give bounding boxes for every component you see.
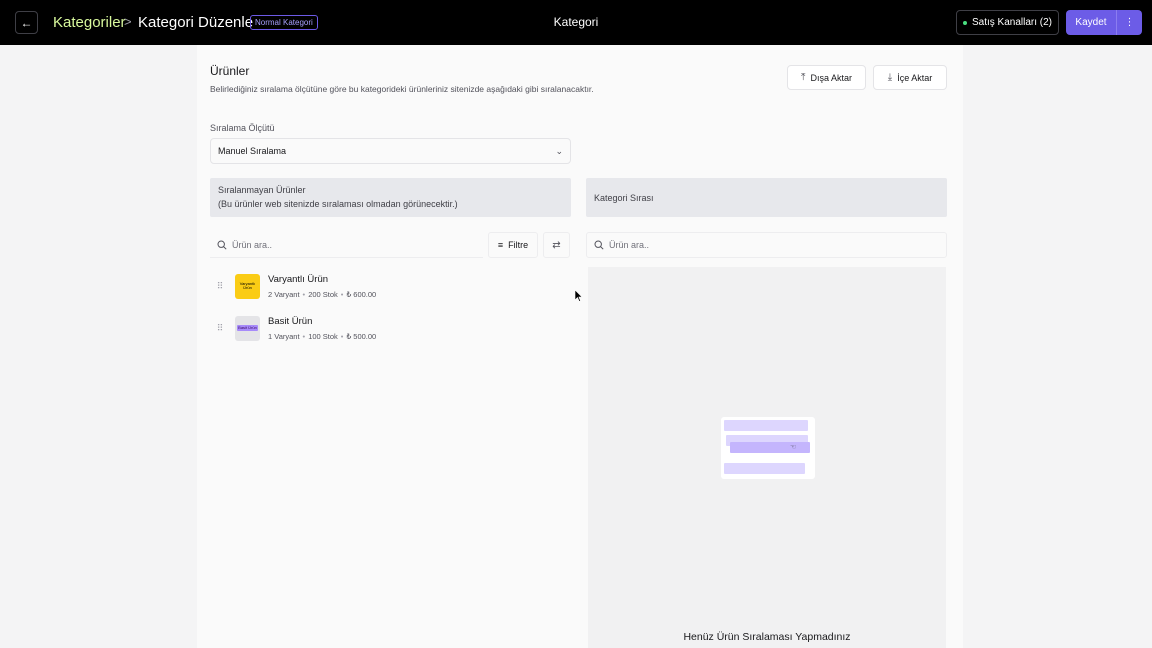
- list-item[interactable]: ⠿ Varyantlı Ürün Varyantlı Ürün 2 Varyan…: [210, 267, 571, 305]
- mouse-cursor-icon: [575, 290, 583, 302]
- sales-channels-button[interactable]: Satış Kanalları (2): [956, 10, 1059, 35]
- sort-label: Sıralama Ölçütü: [210, 123, 275, 133]
- section-description: Belirlediğiniz sıralama ölçütüne göre bu…: [210, 84, 594, 94]
- filter-label: Filtre: [508, 240, 529, 250]
- product-stock: 100 Stok: [308, 331, 338, 341]
- back-button[interactable]: ←: [15, 11, 38, 34]
- export-button[interactable]: ⤒ Dışa Aktar: [787, 65, 866, 90]
- category-search-placeholder: Ürün ara..: [609, 240, 650, 250]
- search-icon: [217, 239, 227, 250]
- category-type-badge: Normal Kategori: [250, 15, 318, 30]
- thumbnail-text: Varyantlı Ürün: [239, 281, 256, 290]
- unsorted-search-placeholder: Ürün ara..: [232, 239, 273, 250]
- unsorted-products-title: Sıralanmayan Ürünler: [218, 185, 306, 195]
- drag-handle-icon[interactable]: ⠿: [210, 281, 230, 292]
- import-label: İçe Aktar: [897, 72, 933, 83]
- illustration-bar: [730, 442, 810, 453]
- drag-handle-icon[interactable]: ⠿: [210, 323, 230, 334]
- unsorted-products-header: Sıralanmayan Ürünler (Bu ürünler web sit…: [210, 178, 571, 217]
- illustration-bar: [724, 463, 805, 474]
- download-icon: ⤓: [887, 72, 893, 83]
- sales-channels-label: Satış Kanalları (2): [971, 17, 1053, 28]
- unsorted-search-input[interactable]: Ürün ara..: [210, 232, 483, 258]
- upload-icon: ⤒: [801, 72, 806, 83]
- list-item[interactable]: ⠿ Basit Ürün Basit Ürün 1 Varyant • 100 St…: [210, 309, 571, 347]
- search-icon: [594, 240, 604, 250]
- arrow-left-icon: ←: [20, 15, 33, 30]
- sort-selected-value: Manuel Sıralama: [218, 146, 287, 156]
- category-order-drop-area[interactable]: ☜ Henüz Ürün Sıralaması Yapmadınız: [588, 267, 946, 648]
- product-name: Basit Ürün: [268, 315, 313, 327]
- breadcrumb-current: Kategori Düzenle: [138, 14, 254, 31]
- product-variants: 2 Varyant: [268, 289, 300, 299]
- thumbnail-text: Basit Ürün: [237, 325, 258, 331]
- category-order-title: Kategori Sırası: [594, 192, 654, 203]
- status-dot-icon: [962, 20, 967, 25]
- swap-icon: ⇄: [552, 239, 561, 251]
- breadcrumb-root[interactable]: Kategoriler: [53, 14, 126, 31]
- category-order-header: Kategori Sırası: [586, 178, 947, 217]
- product-thumbnail: Varyantlı Ürün: [235, 273, 260, 299]
- breadcrumb-separator: >: [124, 14, 132, 29]
- illustration-bar: [724, 420, 808, 431]
- filter-button[interactable]: ≡ Filtre: [488, 232, 538, 258]
- top-bar: ← Kategoriler > Kategori Düzenle Normal …: [0, 0, 1152, 45]
- product-meta: 2 Varyant • 200 Stok • ₺ 600.00: [268, 289, 377, 299]
- import-button[interactable]: ⤓ İçe Aktar: [873, 65, 947, 90]
- swap-button[interactable]: ⇄: [543, 232, 570, 258]
- product-thumbnail: Basit Ürün: [235, 315, 260, 341]
- chevron-down-icon: ⌄: [555, 145, 563, 156]
- empty-state-illustration: ☜: [721, 417, 815, 479]
- product-variants: 1 Varyant: [268, 331, 300, 341]
- products-panel: Ürünler Belirlediğiniz sıralama ölçütüne…: [197, 45, 963, 648]
- product-name: Varyantlı Ürün: [268, 273, 329, 285]
- product-price: ₺ 600.00: [346, 289, 377, 299]
- product-meta: 1 Varyant • 100 Stok • ₺ 500.00: [268, 331, 377, 341]
- hand-cursor-icon: ☜: [790, 444, 797, 451]
- product-stock: 200 Stok: [308, 289, 338, 299]
- section-title: Ürünler: [210, 64, 250, 78]
- category-search-input[interactable]: Ürün ara..: [586, 232, 947, 258]
- more-options-icon[interactable]: ⋮: [1116, 10, 1142, 35]
- sort-select[interactable]: Manuel Sıralama ⌄: [210, 138, 571, 164]
- unsorted-products-subtitle: (Bu ürünler web sitenizde sıralaması olm…: [218, 199, 458, 209]
- empty-state-title: Henüz Ürün Sıralaması Yapmadınız: [683, 631, 851, 643]
- product-price: ₺ 500.00: [346, 331, 377, 341]
- export-label: Dışa Aktar: [810, 72, 852, 83]
- filter-icon: ≡: [497, 240, 504, 250]
- save-button[interactable]: Kaydet: [1066, 17, 1116, 28]
- save-button-group: Kaydet ⋮: [1066, 10, 1142, 35]
